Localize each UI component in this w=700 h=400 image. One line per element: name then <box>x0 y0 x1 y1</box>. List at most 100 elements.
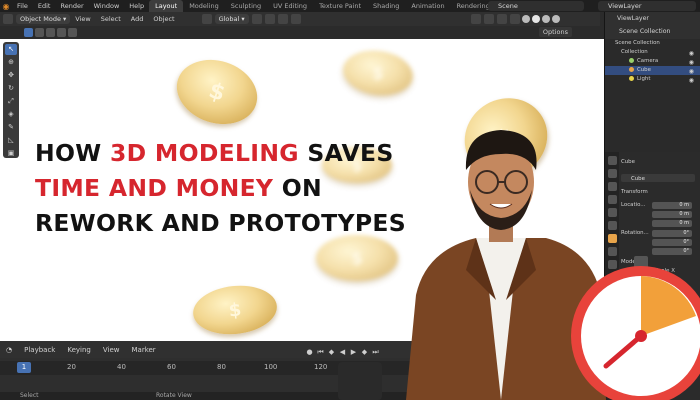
menu-window[interactable]: Window <box>89 2 125 10</box>
rotation-x-field[interactable]: 0° <box>652 230 692 237</box>
measure-tool-icon[interactable]: ◺ <box>5 135 17 146</box>
menu-keying[interactable]: Keying <box>61 346 97 354</box>
shading-wireframe-icon[interactable] <box>521 15 530 23</box>
menu-view[interactable]: View <box>70 15 95 23</box>
menu-marker[interactable]: Marker <box>125 346 161 354</box>
menu-timeline-view[interactable]: View <box>97 346 126 354</box>
select-subtract-icon[interactable] <box>46 28 55 37</box>
menu-render[interactable]: Render <box>55 2 88 10</box>
object-name-label: Cube <box>631 176 645 182</box>
menu-help[interactable]: Help <box>124 2 149 10</box>
tab-texture-paint[interactable]: Texture Paint <box>313 0 367 12</box>
select-extend-icon[interactable] <box>35 28 44 37</box>
blender-logo-icon[interactable]: ◉ <box>0 0 12 12</box>
prev-key-icon[interactable]: ◆ <box>326 347 337 357</box>
rotation-z-field[interactable]: 0° <box>652 248 692 255</box>
tab-sculpting[interactable]: Sculpting <box>225 0 267 12</box>
outliner-row[interactable]: Camera ◉ <box>605 57 700 66</box>
menu-add[interactable]: Add <box>126 15 149 23</box>
viewport-header: Object Mode ▾ View Select Add Object Glo… <box>0 12 600 26</box>
location-x-field[interactable]: 0 m <box>652 202 692 209</box>
tab-animation[interactable]: Animation <box>405 0 450 12</box>
pivot-icon[interactable] <box>251 14 262 24</box>
location-label: Locatio... <box>621 202 646 208</box>
coin-symbol: $ <box>227 298 243 322</box>
scene-selector[interactable]: Scene <box>488 1 584 11</box>
view-layer-name: ViewLayer <box>608 2 642 10</box>
proportional-edit-icon[interactable] <box>277 14 288 24</box>
jump-start-icon[interactable]: ⏮ <box>315 347 326 357</box>
cursor-tool-icon[interactable]: ⊕ <box>5 57 17 68</box>
falloff-icon[interactable] <box>290 14 301 24</box>
transform-dropdown[interactable]: Global ▾ <box>214 14 249 24</box>
view-layer-selector[interactable]: ViewLayer <box>598 1 696 11</box>
outliner-panel: ViewLayer Scene Collection Scene Collect… <box>604 12 700 152</box>
menu-file[interactable]: File <box>12 2 33 10</box>
view-layer-tab-icon[interactable] <box>607 195 617 204</box>
timeline-editor-icon[interactable]: ◔ <box>0 346 18 354</box>
select-invert-icon[interactable] <box>57 28 66 37</box>
object-name-field[interactable]: Cube <box>621 174 695 182</box>
rotate-tool-icon[interactable]: ↻ <box>5 83 17 94</box>
location-y-field[interactable]: 0 m <box>652 211 692 218</box>
record-icon[interactable]: ● <box>304 347 315 357</box>
tool-tab-icon[interactable] <box>607 156 617 165</box>
editor-type-icon[interactable] <box>3 14 13 24</box>
xray-icon[interactable] <box>509 14 520 24</box>
mode-dropdown[interactable]: Object Mode ▾ <box>16 14 71 24</box>
tab-modeling[interactable]: Modeling <box>183 0 225 12</box>
visibility-eye-icon[interactable]: ◉ <box>689 76 694 85</box>
shading-rendered-icon[interactable] <box>551 15 560 23</box>
select-intersect-icon[interactable] <box>68 28 77 37</box>
gizmo-icon[interactable] <box>483 14 494 24</box>
options-dropdown[interactable]: Options <box>538 27 572 37</box>
scene-tab-icon[interactable] <box>607 208 617 217</box>
current-frame-indicator[interactable]: 1 <box>17 362 31 373</box>
tool-shelf: ↖ ⊕ ✥ ↻ ⤢ ◈ ✎ ◺ ▣ <box>3 42 19 158</box>
location-z-field[interactable]: 0 m <box>652 220 692 227</box>
object-tab-icon[interactable] <box>607 234 617 243</box>
modifier-tab-icon[interactable] <box>607 247 617 256</box>
tab-uv-editing[interactable]: UV Editing <box>267 0 313 12</box>
scale-tool-icon[interactable]: ⤢ <box>5 96 17 107</box>
transform-section[interactable]: Transform <box>621 189 648 195</box>
select-new-icon[interactable] <box>24 28 33 37</box>
shading-solid-icon[interactable] <box>531 15 540 23</box>
transform-label: Global <box>218 15 240 23</box>
outliner-row[interactable]: Light ◉ <box>605 75 700 84</box>
outliner-row[interactable]: Collection ◉ <box>605 48 700 57</box>
outliner-row[interactable]: Cube ◉ <box>605 66 700 75</box>
play-reverse-icon[interactable]: ◀ <box>337 347 348 357</box>
render-tab-icon[interactable] <box>607 169 617 178</box>
rotation-y-field[interactable]: 0° <box>652 239 692 246</box>
transform-tool-icon[interactable]: ◈ <box>5 109 17 120</box>
status-select: Select <box>20 392 39 399</box>
next-key-icon[interactable]: ◆ <box>359 347 370 357</box>
move-tool-icon[interactable]: ✥ <box>5 70 17 81</box>
status-rotate: Rotate View <box>156 392 192 399</box>
snap-icon[interactable] <box>264 14 275 24</box>
transform-orientation-icon[interactable] <box>201 14 212 24</box>
jump-end-icon[interactable]: ⏭ <box>370 347 381 357</box>
visibility-icon[interactable] <box>470 14 481 24</box>
menu-object[interactable]: Object <box>148 15 179 23</box>
output-tab-icon[interactable] <box>607 182 617 191</box>
outliner-row[interactable]: Scene Collection <box>605 39 700 48</box>
frame-tick: 80 <box>217 363 226 371</box>
outliner-title: Scene Collection <box>619 28 671 35</box>
world-tab-icon[interactable] <box>607 221 617 230</box>
menu-select[interactable]: Select <box>96 15 126 23</box>
menu-edit[interactable]: Edit <box>33 2 56 10</box>
coin-symbol: $ <box>205 77 229 107</box>
overlay-icon[interactable] <box>496 14 507 24</box>
tab-shading[interactable]: Shading <box>367 0 405 12</box>
select-tool-icon[interactable]: ↖ <box>5 44 17 55</box>
add-cube-tool-icon[interactable]: ▣ <box>5 148 17 159</box>
shading-material-icon[interactable] <box>541 15 550 23</box>
coin-graphic: $ <box>190 281 280 339</box>
annotate-tool-icon[interactable]: ✎ <box>5 122 17 133</box>
outliner-label: Scene Collection <box>615 40 660 46</box>
play-icon[interactable]: ▶ <box>348 347 359 357</box>
tab-layout[interactable]: Layout <box>149 0 184 12</box>
menu-playback[interactable]: Playback <box>18 346 61 354</box>
